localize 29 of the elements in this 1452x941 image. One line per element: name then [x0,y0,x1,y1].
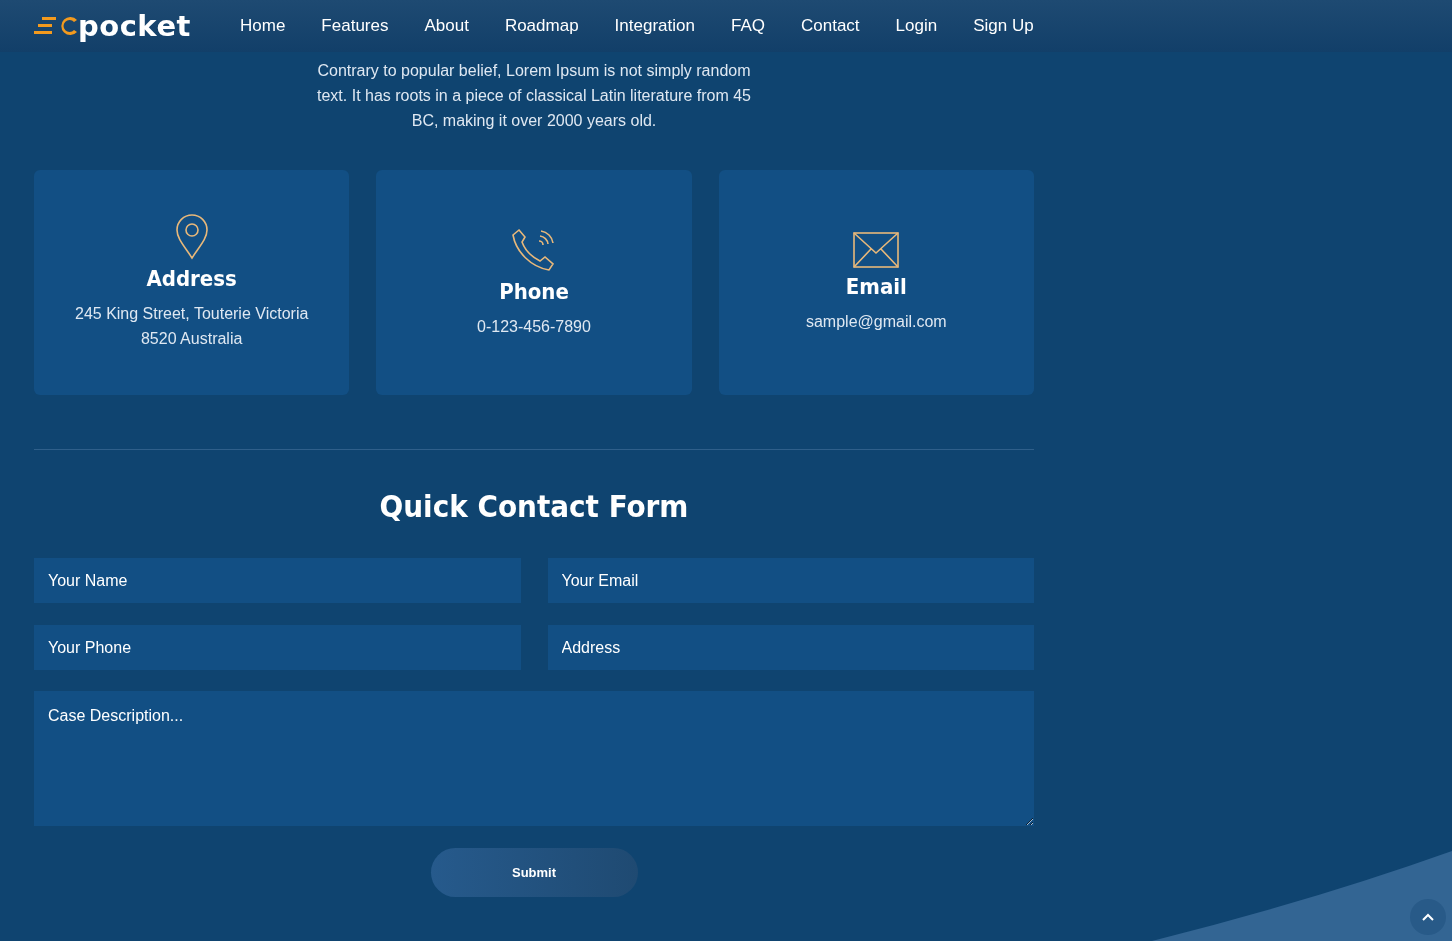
card-title: Phone [499,278,569,304]
submit-button[interactable]: Submit [430,848,638,897]
nav-link[interactable]: FAQ [730,16,765,36]
logo-text: pocket [78,9,191,43]
card-title: Email [845,273,907,299]
nav-link[interactable]: About [424,16,469,36]
nav-link[interactable]: Roadmap [504,16,579,36]
input-field[interactable]: Your Phone [34,625,521,670]
phone-icon [511,226,557,273]
card-text: 8520 Australia [140,329,243,349]
intro-paragraph: Contrary to popular belief, Lorem Ipsum is not simply random text. It has roots in a piece of classical Latin literature from 45 BC, making it over 2000 years old. [316,61,752,131]
card-title: Address [146,266,237,291]
input-field[interactable]: Your Email [547,558,1034,603]
chevron-up-icon [1422,913,1434,921]
form-title: Quick Contact Form [378,488,690,524]
nav-link[interactable]: Login [895,16,938,36]
input-field[interactable]: Address [547,625,1034,670]
card-text: 245 King Street, Touterie Victoria [75,304,309,324]
nav-link[interactable]: Features [321,16,389,36]
nav-link[interactable]: Contact [800,16,860,36]
envelope-icon [853,231,900,268]
location-pin-icon [174,214,209,260]
nav-link[interactable]: Sign Up [973,16,1034,36]
message-field[interactable]: Case Description... [34,691,1034,826]
input-field[interactable]: Your Name [34,558,521,603]
card-text: sample@gmail.com [805,311,947,332]
nav-link[interactable]: Home [240,16,286,36]
card-text: 0-123-456-7890 [477,316,591,337]
nav-link[interactable]: Integration [614,16,695,36]
